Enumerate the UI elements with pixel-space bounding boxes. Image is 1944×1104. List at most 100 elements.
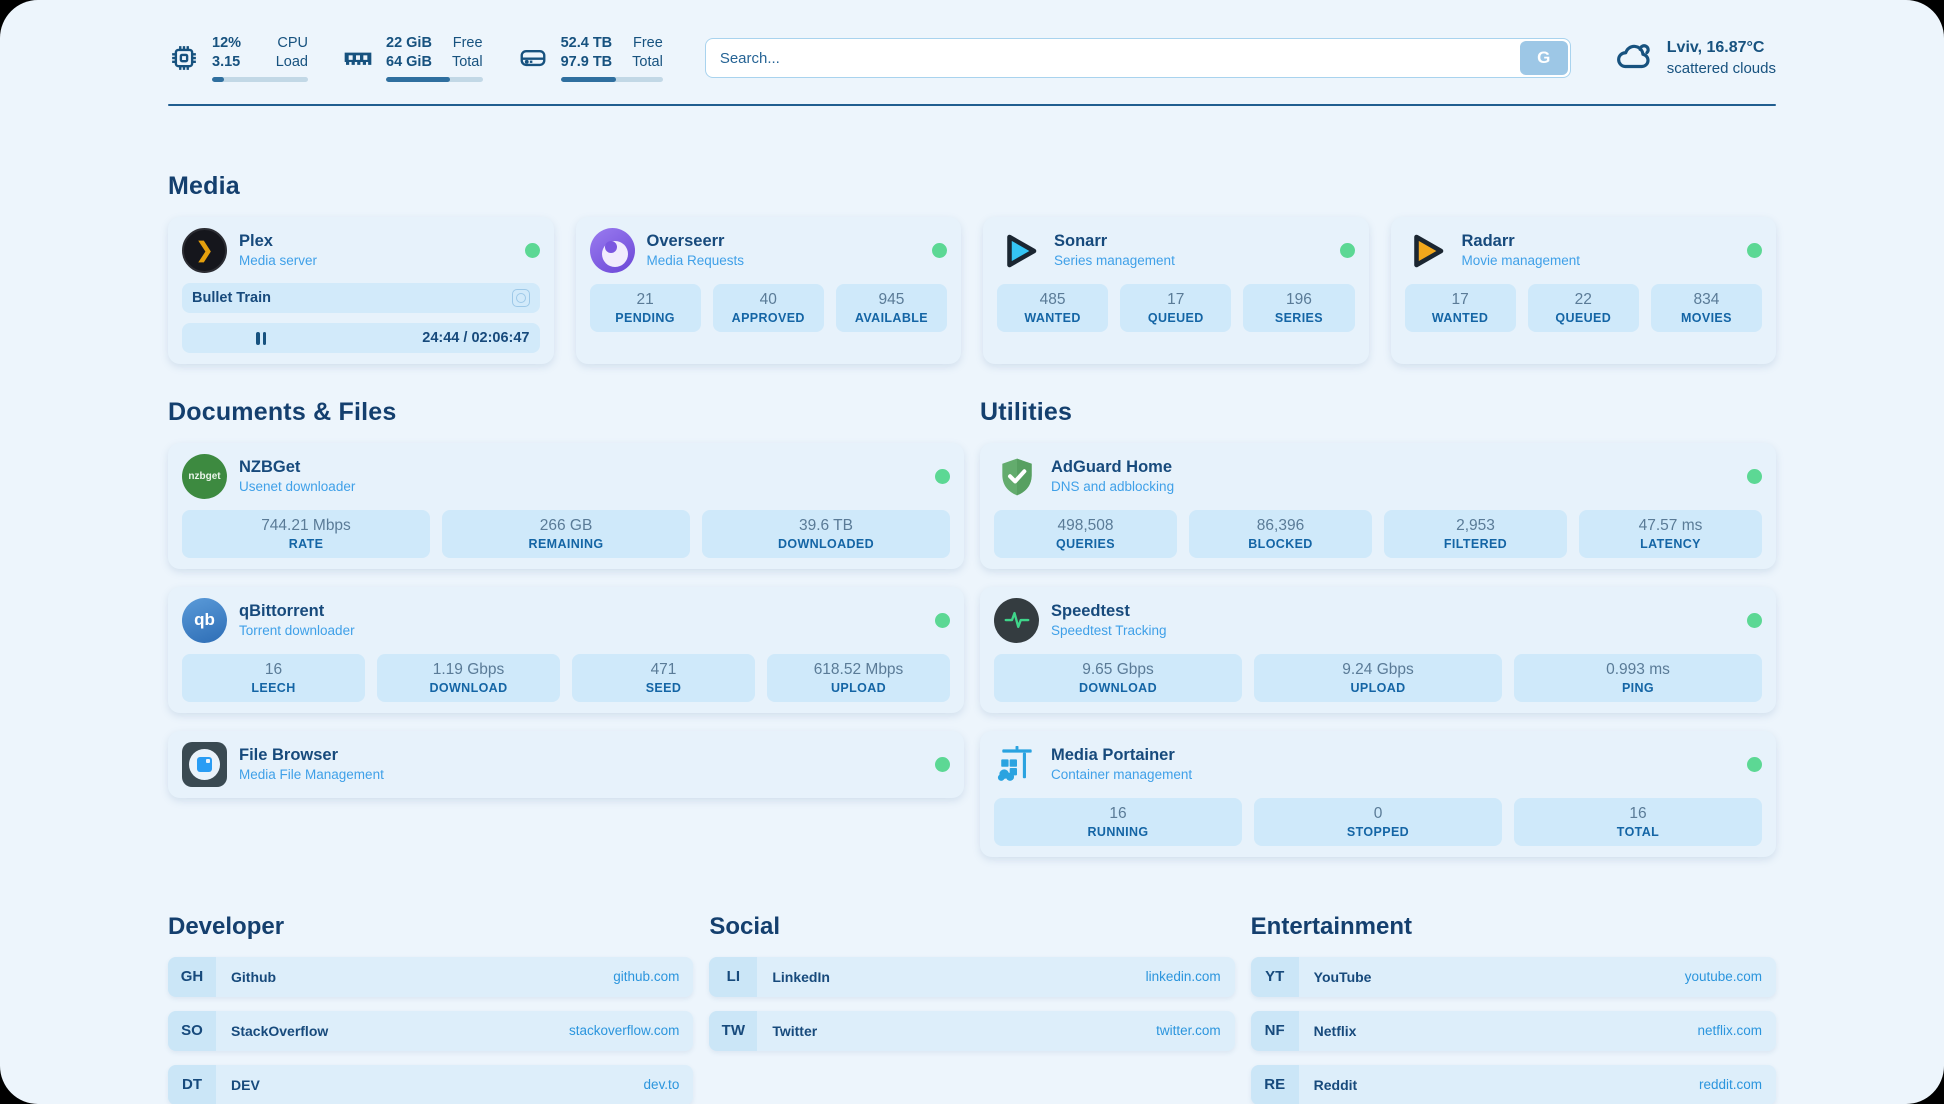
stat-box: 9.65 Gbps DOWNLOAD xyxy=(994,654,1242,702)
bookmark-abbr: GH xyxy=(168,957,216,997)
stat-box: 39.6 TB DOWNLOADED xyxy=(702,510,950,558)
app-name: NZBGet xyxy=(239,457,355,478)
ram-widget: 22 GiB 64 GiB Free Total xyxy=(342,34,483,82)
adguard-card[interactable]: AdGuard Home DNS and adblocking 498,508 … xyxy=(980,443,1776,569)
bookmark-github[interactable]: GH Github github.com xyxy=(168,957,693,997)
section-title-utilities: Utilities xyxy=(980,398,1776,427)
utilities-column: AdGuard Home DNS and adblocking 498,508 … xyxy=(980,443,1776,857)
bookmark-netflix[interactable]: NF Netflix netflix.com xyxy=(1251,1011,1776,1051)
stat-box: 0 STOPPED xyxy=(1254,798,1502,846)
stat-box: 16 TOTAL xyxy=(1514,798,1762,846)
portainer-crane-icon xyxy=(994,742,1039,787)
status-dot xyxy=(935,757,950,772)
app-name: File Browser xyxy=(239,745,384,766)
bookmark-name: DEV xyxy=(231,1077,260,1093)
bookmark-name: Github xyxy=(231,969,276,985)
stat-box: 0.993 ms PING xyxy=(1514,654,1762,702)
app-subtitle: Movie management xyxy=(1462,252,1581,270)
app-name: Media Portainer xyxy=(1051,745,1192,766)
bookmark-abbr: YT xyxy=(1251,957,1299,997)
app-name: Speedtest xyxy=(1051,601,1167,622)
status-dot xyxy=(1747,243,1762,258)
stat-box: 86,396 BLOCKED xyxy=(1189,510,1372,558)
media-cards-row: ❯ Plex Media server Bullet Train 24:44 /… xyxy=(168,217,1776,364)
stat-box: 21 PENDING xyxy=(590,284,701,332)
status-dot xyxy=(1747,613,1762,628)
status-dot xyxy=(935,469,950,484)
radarr-card[interactable]: Radarr Movie management 17 WANTED 22 QUE… xyxy=(1391,217,1777,364)
section-title-social: Social xyxy=(709,913,1234,941)
speedtest-card[interactable]: Speedtest Speedtest Tracking 9.65 Gbps D… xyxy=(980,587,1776,713)
bookmark-url: netflix.com xyxy=(1697,1023,1762,1038)
ram-progress-bar xyxy=(386,77,483,82)
bookmark-url: twitter.com xyxy=(1156,1023,1221,1038)
bookmark-url: reddit.com xyxy=(1699,1077,1762,1092)
app-name: Overseerr xyxy=(647,231,745,252)
bookmarks-developer: Developer GH Github github.com SO StackO… xyxy=(168,913,693,1104)
bookmark-url: dev.to xyxy=(644,1077,680,1092)
qbittorrent-icon: qb xyxy=(182,598,227,643)
overseerr-card[interactable]: Overseerr Media Requests 21 PENDING 40 A… xyxy=(576,217,962,364)
bookmark-twitter[interactable]: TW Twitter twitter.com xyxy=(709,1011,1234,1051)
disk-icon xyxy=(517,42,549,74)
search-engine-button[interactable]: G xyxy=(1520,41,1568,75)
bookmark-abbr: DT xyxy=(168,1065,216,1104)
disk-widget: 52.4 TB 97.9 TB Free Total xyxy=(517,34,663,82)
video-icon[interactable] xyxy=(512,289,530,307)
bookmark-linkedin[interactable]: LI LinkedIn linkedin.com xyxy=(709,957,1234,997)
stat-box: 17 QUEUED xyxy=(1120,284,1231,332)
plex-card[interactable]: ❯ Plex Media server Bullet Train 24:44 /… xyxy=(168,217,554,364)
cpu-progress-bar xyxy=(212,77,308,82)
playback-progress-row: 24:44 / 02:06:47 xyxy=(182,323,540,353)
playback-time: 24:44 / 02:06:47 xyxy=(422,330,529,346)
filebrowser-icon xyxy=(182,742,227,787)
now-playing-title: Bullet Train xyxy=(192,290,271,306)
app-name: Sonarr xyxy=(1054,231,1175,252)
topbar-divider xyxy=(168,104,1776,106)
stat-box: 618.52 Mbps UPLOAD xyxy=(767,654,950,702)
bookmarks-section: Developer GH Github github.com SO StackO… xyxy=(168,913,1776,1104)
overseerr-icon xyxy=(590,228,635,273)
bookmark-name: YouTube xyxy=(1314,969,1372,985)
bookmarks-entertainment: Entertainment YT YouTube youtube.com NF … xyxy=(1251,913,1776,1104)
sonarr-card[interactable]: Sonarr Series management 485 WANTED 17 Q… xyxy=(983,217,1369,364)
weather-widget: Lviv, 16.87°C scattered clouds xyxy=(1613,35,1776,82)
stat-box: 834 MOVIES xyxy=(1651,284,1762,332)
app-subtitle: Media server xyxy=(239,252,317,270)
bookmark-stackoverflow[interactable]: SO StackOverflow stackoverflow.com xyxy=(168,1011,693,1051)
section-title-media: Media xyxy=(168,172,1776,201)
cpu-values: 12% 3.15 xyxy=(212,34,241,72)
section-title-entertainment: Entertainment xyxy=(1251,913,1776,941)
search-input[interactable] xyxy=(705,38,1571,78)
qbittorrent-card[interactable]: qb qBittorrent Torrent downloader 16 LEE… xyxy=(168,587,964,713)
plex-icon: ❯ xyxy=(182,228,227,273)
bookmark-dev[interactable]: DT DEV dev.to xyxy=(168,1065,693,1104)
portainer-card[interactable]: Media Portainer Container management 16 … xyxy=(980,731,1776,857)
stat-box: 471 SEED xyxy=(572,654,755,702)
disk-values: 52.4 TB 97.9 TB xyxy=(561,34,613,72)
app-subtitle: DNS and adblocking xyxy=(1051,478,1174,496)
status-dot xyxy=(1747,469,1762,484)
app-subtitle: Torrent downloader xyxy=(239,622,355,640)
app-name: qBittorrent xyxy=(239,601,355,622)
bookmark-url: github.com xyxy=(613,969,679,984)
bookmarks-social: Social LI LinkedIn linkedin.com TW Twitt… xyxy=(709,913,1234,1104)
bookmark-youtube[interactable]: YT YouTube youtube.com xyxy=(1251,957,1776,997)
bookmark-url: linkedin.com xyxy=(1146,969,1221,984)
bookmark-reddit[interactable]: RE Reddit reddit.com xyxy=(1251,1065,1776,1104)
filebrowser-card[interactable]: File Browser Media File Management xyxy=(168,731,964,798)
cpu-icon xyxy=(168,42,200,74)
disk-progress-bar xyxy=(561,77,663,82)
bookmark-abbr: LI xyxy=(709,957,757,997)
nzbget-icon: nzbget xyxy=(182,454,227,499)
stat-box: 498,508 QUERIES xyxy=(994,510,1177,558)
app-name: AdGuard Home xyxy=(1051,457,1174,478)
app-name: Radarr xyxy=(1462,231,1581,252)
app-subtitle: Series management xyxy=(1054,252,1175,270)
search-bar: G xyxy=(705,38,1571,78)
stat-box: 945 AVAILABLE xyxy=(836,284,947,332)
pause-icon xyxy=(256,332,266,345)
nzbget-card[interactable]: nzbget NZBGet Usenet downloader 744.21 M… xyxy=(168,443,964,569)
bookmark-url: stackoverflow.com xyxy=(569,1023,679,1038)
status-dot xyxy=(935,613,950,628)
